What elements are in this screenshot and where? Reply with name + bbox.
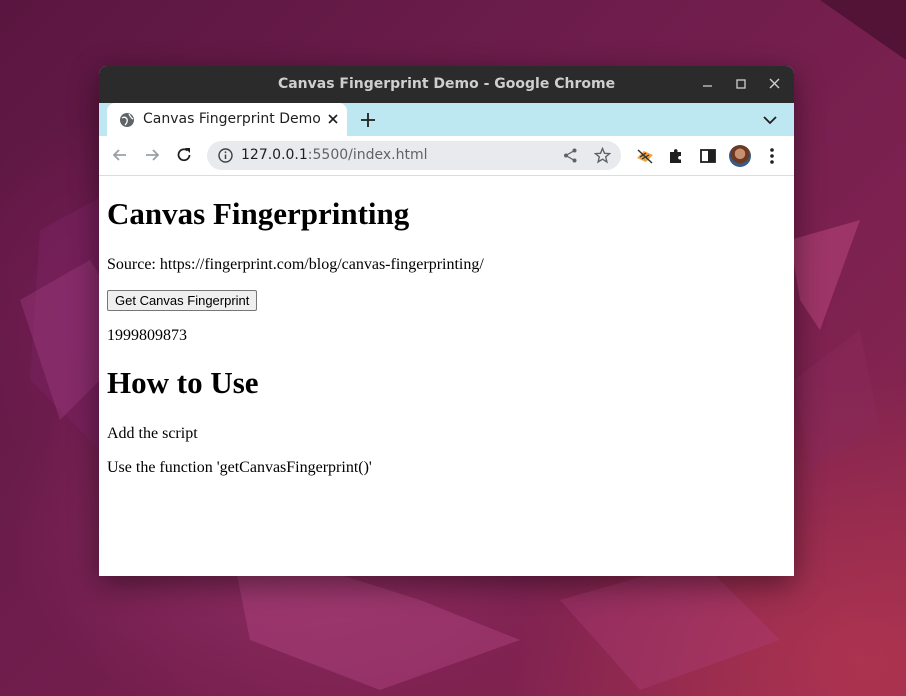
plus-icon[interactable]	[358, 110, 378, 130]
reload-icon[interactable]	[174, 145, 194, 165]
puzzle-icon[interactable]	[666, 146, 686, 166]
minimize-button[interactable]	[698, 75, 718, 95]
browser-window: Canvas Fingerprint Demo - Google Chrome …	[99, 66, 794, 576]
side-panel-icon[interactable]	[698, 146, 718, 166]
close-icon[interactable]	[325, 111, 341, 127]
extension-icon[interactable]	[635, 146, 655, 166]
window-title: Canvas Fingerprint Demo - Google Chrome	[277, 76, 616, 92]
globe-icon	[120, 113, 134, 127]
source-text: Source: https://fingerprint.com/blog/can…	[107, 256, 484, 273]
fingerprint-result: 1999809873	[107, 327, 187, 344]
browser-toolbar: 127.0.0.1:5500/index.html	[99, 136, 794, 176]
close-window-button[interactable]	[765, 75, 785, 95]
minimize-icon	[703, 85, 712, 87]
share-icon[interactable]	[562, 147, 579, 164]
address-bar[interactable]: 127.0.0.1:5500/index.html	[207, 141, 621, 170]
page-title: Canvas Fingerprinting	[107, 196, 410, 231]
avatar[interactable]	[729, 145, 751, 167]
url-path: :5500/index.html	[307, 147, 428, 163]
back-arrow-icon[interactable]	[110, 145, 130, 165]
page-content: Canvas Fingerprinting Source: https://fi…	[99, 176, 794, 576]
instruction-step-1: Add the script	[107, 425, 198, 442]
tab-canvas-fingerprint-demo[interactable]: Canvas Fingerprint Demo	[107, 103, 347, 136]
url-host: 127.0.0.1	[241, 147, 308, 163]
instruction-step-2: Use the function 'getCanvasFingerprint()…	[107, 459, 372, 476]
tab-label: Canvas Fingerprint Demo	[143, 111, 321, 127]
close-icon	[769, 78, 780, 89]
title-bar[interactable]: Canvas Fingerprint Demo - Google Chrome	[99, 66, 794, 103]
star-icon[interactable]	[594, 147, 611, 164]
forward-arrow-icon[interactable]	[142, 145, 162, 165]
tab-strip: Canvas Fingerprint Demo	[99, 103, 794, 136]
how-to-use-heading: How to Use	[107, 365, 259, 400]
maximize-button[interactable]	[731, 75, 751, 95]
get-canvas-fingerprint-button[interactable]: Get Canvas Fingerprint	[107, 290, 258, 311]
maximize-icon	[736, 79, 746, 89]
info-icon[interactable]	[217, 147, 234, 164]
chevron-down-icon[interactable]	[761, 111, 779, 129]
url-text[interactable]: 127.0.0.1:5500/index.html	[241, 141, 428, 170]
kebab-menu-icon[interactable]	[763, 146, 781, 166]
